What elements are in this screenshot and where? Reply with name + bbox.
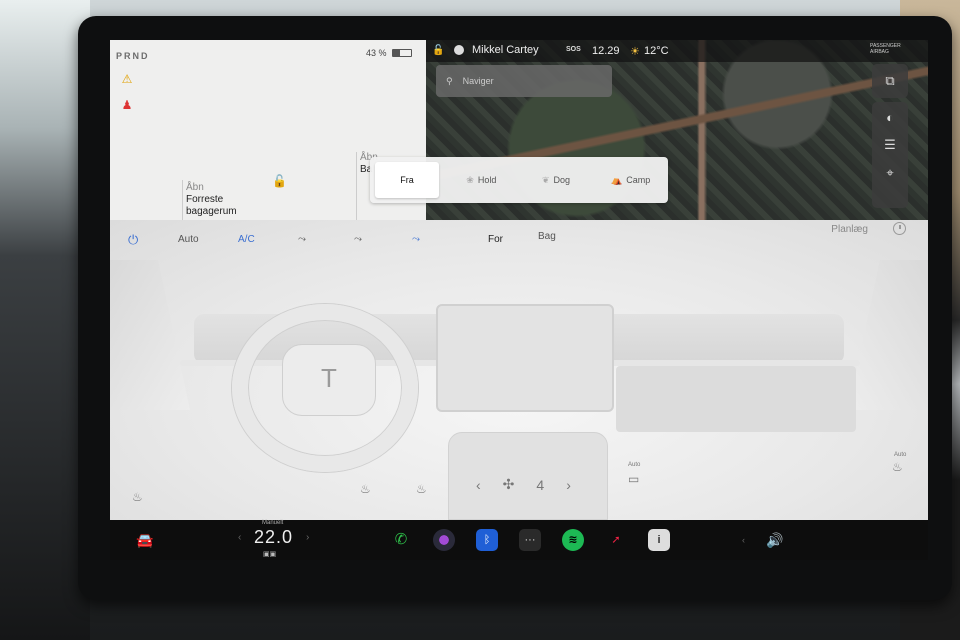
battery-percent: 43 % (366, 48, 387, 58)
climate-panel: T ⏻ Auto A/C ⤳ ⤳ ⤳ For Bag Planlæg ♨ ♨ ♨… (110, 220, 928, 520)
center-screen-graphic (436, 304, 614, 412)
battery-status: 43 % (366, 48, 412, 58)
tire-warning-icon: ⚠ (121, 72, 133, 86)
clock: 12.29 (592, 45, 620, 57)
spotify-icon[interactable]: ≋ (562, 529, 584, 551)
navigation-icon[interactable]: ➚ (605, 529, 627, 551)
user-icon (454, 45, 464, 55)
fan-icon: ❀ (466, 174, 474, 185)
climate-keeper-selector: Fra ❀ Hold ❦ Dog ⛺ Camp (370, 157, 668, 203)
mode-camp[interactable]: ⛺ Camp (593, 175, 668, 186)
background-left (0, 0, 90, 640)
clock-icon[interactable] (893, 222, 906, 235)
fan-increase-icon[interactable]: › (566, 477, 571, 493)
rear-defrost-icon[interactable]: ♨ (360, 482, 371, 496)
passenger-airbag-indicator: PASSENGER AIRBAG (870, 43, 901, 55)
map-layers-button[interactable]: ⧉ (872, 64, 908, 98)
auto-small-label-2: Auto (894, 452, 907, 458)
outside-temperature: 12°C (644, 45, 669, 57)
mode-off[interactable]: Fra (375, 162, 439, 198)
menu-icon[interactable]: ☰ (872, 137, 908, 153)
map-controls[interactable]: ◐ ☰ ⌖ (872, 102, 908, 208)
seat-heater-right-icon[interactable]: ♨ (892, 460, 903, 474)
airflow-feet-icon[interactable]: ⤳ (354, 234, 362, 245)
search-icon: ⚲ (446, 75, 453, 86)
airflow-defrost-icon[interactable]: ⤳ (412, 234, 420, 245)
unlock-icon[interactable]: 🔓 (272, 174, 287, 188)
pin-icon[interactable]: ⌖ (872, 165, 908, 181)
seat-climate-icon[interactable]: ▭ (628, 472, 639, 486)
sun-icon: ☀ (630, 46, 640, 58)
search-placeholder: Naviger (462, 76, 494, 86)
temp-increase-icon[interactable]: › (306, 532, 309, 543)
bluetooth-icon[interactable]: ᛒ (476, 529, 498, 551)
sos-indicator: SOS (566, 46, 581, 53)
auto-button[interactable]: Auto (178, 234, 199, 245)
info-icon[interactable]: i (648, 529, 670, 551)
seat-heater-left-icon[interactable]: ♨ (132, 490, 143, 504)
auto-small-label: Auto (628, 462, 641, 468)
front-trunk-label: Forreste bagagerum (186, 194, 237, 217)
seat-heater-dock-icon[interactable]: ▣▣ (263, 550, 276, 558)
fan-speed-control: ‹ ✣ 4 › (476, 476, 571, 493)
fan-icon: ✣ (502, 476, 515, 492)
phone-icon[interactable]: ✆ (390, 529, 412, 551)
temp-decrease-icon[interactable]: ‹ (238, 532, 241, 543)
touchscreen: PRND 43 % ⚠ ♟ Åbn Forreste bagagerum 🔓 Å… (110, 40, 928, 560)
map-layers-icon: ⧉ (885, 73, 895, 88)
navigation-search[interactable]: ⚲ Naviger (436, 65, 612, 97)
status-bar: 🔓 Mikkel Cartey SOS 12.29 ☀ 12°C PASSENG… (426, 40, 928, 62)
gear-indicator: PRND (116, 51, 150, 61)
temp-mode-label: Manuelt (262, 520, 284, 526)
climate-toolbar: ⏻ Auto A/C ⤳ ⤳ ⤳ For Bag Planlæg (110, 220, 928, 256)
mode-keep[interactable]: ❀ Hold (444, 175, 519, 186)
more-icon[interactable]: ··· (519, 529, 541, 551)
power-icon[interactable]: ⏻ (128, 232, 138, 248)
compass-icon[interactable]: ◐ (872, 110, 908, 125)
lock-icon[interactable]: 🔓 (432, 45, 444, 56)
camera-icon[interactable] (433, 529, 455, 551)
bottom-dock: 🚘 Manuelt ‹ 22.0 › ▣▣ ✆ ᛒ ··· ≋ ➚ i ‹ 🔊 (110, 520, 928, 560)
volume-icon[interactable]: 🔊 (766, 532, 783, 548)
paw-icon: ❦ (541, 174, 550, 185)
mode-dog[interactable]: ❦ Dog (519, 175, 594, 186)
schedule-button[interactable]: Planlæg (831, 224, 868, 235)
front-trunk-action: Åbn (186, 182, 204, 193)
tent-icon: ⛺ (611, 174, 623, 185)
front-defrost-icon[interactable]: ♨ (416, 482, 427, 496)
rear-tab[interactable]: Bag (538, 231, 556, 242)
cabin-temperature[interactable]: 22.0 (254, 527, 293, 548)
user-name: Mikkel Cartey (472, 44, 539, 56)
front-tab[interactable]: For (488, 234, 503, 245)
airflow-face-icon[interactable]: ⤳ (298, 234, 306, 245)
seatbelt-warning-icon: ♟ (121, 98, 133, 112)
car-icon[interactable]: 🚘 (136, 532, 153, 548)
fan-speed-value: 4 (536, 476, 545, 493)
user-profile[interactable]: Mikkel Cartey (454, 44, 539, 56)
ac-button[interactable]: A/C (238, 234, 255, 245)
front-trunk-button[interactable]: Åbn Forreste bagagerum (186, 182, 256, 218)
tesla-logo-icon: T (282, 344, 376, 416)
volume-decrease-icon[interactable]: ‹ (742, 532, 745, 548)
fan-decrease-icon[interactable]: ‹ (476, 477, 481, 493)
battery-icon (391, 49, 412, 57)
